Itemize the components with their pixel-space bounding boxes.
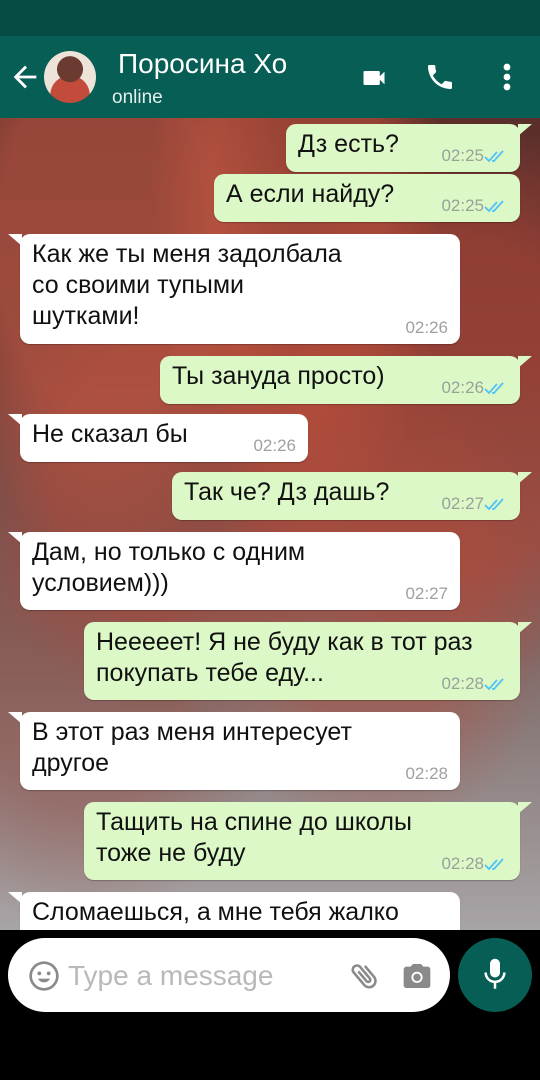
- bubble-tail: [8, 234, 22, 246]
- bubble-tail: [8, 712, 22, 724]
- read-ticks-icon: [484, 200, 504, 213]
- message-line: со своими тупыми: [32, 271, 244, 299]
- message-input[interactable]: [68, 956, 338, 996]
- message-input-container[interactable]: [8, 938, 450, 1012]
- message-line: покупать тебе еду...: [96, 659, 324, 687]
- message-outgoing[interactable]: А если найду? 02:25: [214, 174, 520, 222]
- message-line: Как же ты меня задолбала: [32, 240, 342, 268]
- status-bar: [0, 0, 540, 36]
- contact-name[interactable]: Поросина Хо: [118, 48, 287, 80]
- message-time: 02:28: [441, 854, 484, 873]
- message-line: условием))): [32, 569, 169, 597]
- message-incoming[interactable]: Сломаешься, а мне тебя жалко: [20, 892, 460, 930]
- bubble-tail: [518, 356, 532, 368]
- chat-area[interactable]: Дз есть? 02:25 А если найду? 02:25 Как ж…: [0, 118, 540, 930]
- message-incoming[interactable]: Дам, но только с одним условием))) 02:27: [20, 532, 460, 610]
- read-ticks-icon: [484, 498, 504, 511]
- mic-button[interactable]: [458, 938, 532, 1012]
- chat-header: Поросина Хо online: [0, 36, 540, 118]
- composer-bar: [0, 930, 540, 1020]
- bubble-tail: [518, 802, 532, 814]
- message-text: А если найду?: [226, 180, 395, 208]
- bubble-tail: [518, 124, 532, 136]
- message-time: 02:26: [441, 378, 484, 397]
- attach-icon[interactable]: [348, 958, 382, 994]
- message-line: Тащить на спине до школы: [96, 808, 412, 836]
- message-incoming[interactable]: В этот раз меня интересует другое 02:28: [20, 712, 460, 790]
- bubble-tail: [518, 472, 532, 484]
- phone-icon[interactable]: [424, 60, 456, 94]
- message-line: В этот раз меня интересует: [32, 718, 352, 746]
- message-text: Не сказал бы: [32, 420, 188, 448]
- bubble-tail: [8, 532, 22, 544]
- message-text: Дз есть?: [298, 130, 399, 158]
- message-time: 02:26: [405, 318, 448, 337]
- message-incoming[interactable]: Как же ты меня задолбала со своими тупым…: [20, 234, 460, 344]
- message-text: Ты зануда просто): [172, 362, 385, 390]
- message-text: Так че? Дз дашь?: [184, 478, 390, 506]
- message-outgoing[interactable]: Нееееет! Я не буду как в тот раз покупат…: [84, 622, 520, 700]
- mic-icon: [484, 958, 506, 989]
- message-time: 02:27: [441, 494, 484, 513]
- message-text: Сломаешься, а мне тебя жалко: [32, 898, 399, 926]
- message-time: 02:28: [441, 674, 484, 693]
- message-line: шутками!: [32, 302, 140, 330]
- message-line: тоже не буду: [96, 839, 246, 867]
- back-arrow-icon[interactable]: [8, 60, 42, 94]
- message-time: 02:27: [405, 584, 448, 603]
- read-ticks-icon: [484, 150, 504, 163]
- message-line: Дам, но только с одним: [32, 538, 306, 566]
- message-line: другое: [32, 749, 110, 777]
- message-line: Нееееет! Я не буду как в тот раз: [96, 628, 473, 656]
- message-outgoing[interactable]: Ты зануда просто) 02:26: [160, 356, 520, 404]
- emoji-icon[interactable]: [28, 960, 60, 992]
- message-time: 02:28: [405, 764, 448, 783]
- message-time: 02:25: [441, 196, 484, 215]
- avatar[interactable]: [44, 51, 96, 103]
- message-outgoing[interactable]: Дз есть? 02:25: [286, 124, 520, 172]
- menu-icon[interactable]: [498, 60, 516, 94]
- system-nav-bar: [0, 1020, 540, 1080]
- message-outgoing[interactable]: Так че? Дз дашь? 02:27: [172, 472, 520, 520]
- message-outgoing[interactable]: Тащить на спине до школы тоже не буду 02…: [84, 802, 520, 880]
- message-incoming[interactable]: Не сказал бы 02:26: [20, 414, 308, 462]
- video-call-icon[interactable]: [358, 64, 390, 92]
- read-ticks-icon: [484, 382, 504, 395]
- read-ticks-icon: [484, 678, 504, 691]
- camera-icon[interactable]: [400, 960, 434, 992]
- message-time: 02:26: [253, 436, 296, 455]
- bubble-tail: [8, 892, 22, 904]
- bubble-tail: [518, 622, 532, 634]
- bubble-tail: [8, 414, 22, 426]
- message-time: 02:25: [441, 146, 484, 165]
- contact-status: online: [112, 87, 163, 108]
- read-ticks-icon: [484, 858, 504, 871]
